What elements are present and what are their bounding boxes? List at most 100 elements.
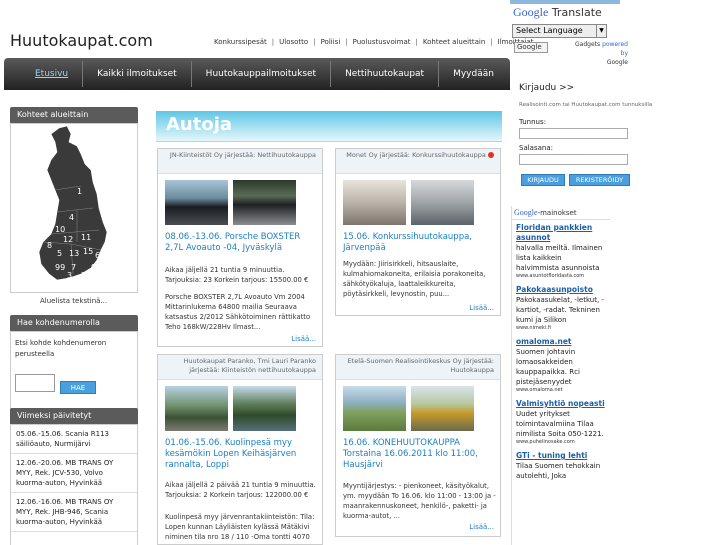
map-region-number[interactable]: 8 <box>47 241 52 250</box>
map-region-number[interactable]: 1 <box>77 187 82 196</box>
translate-label: Translate <box>551 6 602 19</box>
map-list-link[interactable]: Aluelista tekstinä... <box>40 297 107 305</box>
google-field-label: Google <box>517 43 542 51</box>
recent-item[interactable]: 12.06.-20.06. MB TRANS OY MYY, Rek. JCV-… <box>11 454 137 493</box>
map-region-number[interactable]: 5 <box>57 249 62 258</box>
ad-title[interactable]: GTi - tuning lehti <box>516 451 606 461</box>
card-images <box>343 180 479 225</box>
map-region-number[interactable]: 12 <box>63 235 73 244</box>
more-link[interactable]: Lisää... <box>469 304 494 312</box>
finland-map-panel: 1 4 10 12 11 8 5 13 15 6 99 7 3 2 9 <box>10 123 138 293</box>
recent-list: 05.06.-15.06. Scania R113 säiliöauto, Nu… <box>10 424 138 545</box>
map-region-number[interactable]: 9 <box>91 263 96 272</box>
language-select-value: Select Language <box>516 26 583 35</box>
separator: | <box>490 38 493 46</box>
listing-description: Porsche BOXSTER 2,7L Avoauto Vm 2004 Mit… <box>165 293 311 331</box>
top-links: Konkurssipesät | Ulosotto | Poliisi | Puolu… <box>214 38 533 46</box>
nav-myydaan[interactable]: Myydään <box>453 69 494 79</box>
map-region-number[interactable]: 2 <box>81 271 86 280</box>
finland-map[interactable]: 1 4 10 12 11 8 5 13 15 6 99 7 3 2 9 <box>11 124 137 292</box>
ad-description: Uudet yritykset toimintavalmiina Tilaa n… <box>516 410 604 438</box>
map-region-number[interactable]: 15 <box>83 247 93 256</box>
ads-header-label: -mainokset <box>537 209 577 217</box>
lake-photo[interactable] <box>233 386 296 431</box>
excavator-photo[interactable] <box>411 386 474 431</box>
map-region-number[interactable]: 4 <box>69 213 74 222</box>
ad-item[interactable]: GTi - tuning lehti Tilaa Suomen tehokkai… <box>512 448 610 483</box>
ad-url[interactable]: www.puhelinosake.com <box>516 439 606 446</box>
ad-title[interactable]: Valmisyhtiö nopeasti <box>516 399 606 409</box>
chevron-down-icon: ▼ <box>596 25 606 37</box>
ad-title[interactable]: omaloma.net <box>516 337 606 347</box>
nav-kaikki-ilmoitukset[interactable]: Kaikki ilmoitukset <box>97 69 177 79</box>
map-region-number[interactable]: 6 <box>95 251 100 260</box>
translate-title: Google Translate <box>513 5 602 20</box>
car-photo[interactable] <box>165 180 228 225</box>
card-organizer-text: Monet Oy järjestää: Konkurssihuutokauppa <box>346 151 486 159</box>
ad-item[interactable]: Valmisyhtiö nopeasti Uudet yritykset toi… <box>512 396 610 448</box>
powered-by-link[interactable]: powered by <box>602 41 628 57</box>
register-button[interactable]: REKISTERÖIDY <box>569 174 630 186</box>
ad-title[interactable]: Pakokaasunpoisto <box>516 285 606 295</box>
powered-by: Gadgets powered by Google <box>566 40 628 67</box>
ad-url[interactable]: www.omaloma.net <box>516 387 606 394</box>
ad-title[interactable]: Floridan pankkien asunnot <box>516 223 606 243</box>
map-region-number[interactable]: 99 <box>55 263 65 272</box>
toplink-kohteet-alueittain[interactable]: Kohteet alueittain <box>423 38 485 46</box>
more-link[interactable]: Lisää... <box>469 523 494 531</box>
login-button[interactable]: KIRJAUDU <box>521 174 565 186</box>
separator: | <box>415 38 418 46</box>
card-organizer: JN-Kiinteistöt Oy järjestää: Nettihuutok… <box>158 149 322 174</box>
nav-etusivu[interactable]: Etusivu <box>35 69 68 79</box>
recent-item[interactable]: 12.06.-16.06. MB TRANS OY MYY, Rek. JHB-… <box>11 493 137 532</box>
map-region-number[interactable]: 3 <box>67 271 72 280</box>
status-dot-icon <box>488 152 494 158</box>
item-number-input[interactable] <box>15 374 55 392</box>
tools-photo[interactable] <box>411 180 474 225</box>
listing-description: Myyntijärjestys: - pienkoneet, käsityöka… <box>343 482 496 520</box>
search-box-body: Etsi kohde kohdenumeron perusteella HAE <box>10 331 138 417</box>
ad-description: Pakokaasukelat, -letkut, -kartiot, -rada… <box>516 296 604 324</box>
listing-title[interactable]: 15.06. Konkurssihuutokauppa, Järvenpää <box>343 232 498 254</box>
toplink-ulosotto[interactable]: Ulosotto <box>279 38 308 46</box>
ad-item[interactable]: omaloma.net Suomen johtavin lomaosakkeid… <box>512 334 610 396</box>
ad-item[interactable]: Pakokaasunpoisto Pakokaasukelat, -letkut… <box>512 282 610 334</box>
recent-item[interactable]: 05.06.-15.06. Scania R113 säiliöauto, Nu… <box>11 425 137 454</box>
separator: | <box>345 38 348 46</box>
tools-photo[interactable] <box>343 180 406 225</box>
map-region-number[interactable]: 10 <box>55 225 65 234</box>
language-select[interactable]: Select Language ▼ <box>512 24 607 38</box>
truck-photo[interactable] <box>343 386 406 431</box>
nav-huutokauppailmoitukset[interactable]: Huutokauppailmoitukset <box>206 69 316 79</box>
listing-description: Myydään: Jiirisirkkeli, hitsauslaite, ku… <box>343 260 486 298</box>
map-region-number[interactable]: 11 <box>81 233 91 242</box>
search-button[interactable]: HAE <box>60 381 96 394</box>
search-description: Etsi kohde kohdenumeron perusteella <box>15 339 107 358</box>
ad-url[interactable]: www.asuntotfloridasta.com <box>516 273 606 280</box>
nav-divider <box>190 61 192 87</box>
ad-item[interactable]: Floridan pankkien asunnot halvalla meilt… <box>512 220 610 282</box>
toplink-konkurssipesat[interactable]: Konkurssipesät <box>214 38 267 46</box>
ad-url[interactable]: www.nimeki.fi <box>516 325 606 332</box>
ads-header: Google-mainokset <box>512 206 610 220</box>
password-input[interactable] <box>519 154 628 165</box>
map-region-number[interactable]: 13 <box>69 249 79 258</box>
card-organizer: Monet Oy järjestää: Konkurssihuutokauppa <box>336 149 500 174</box>
listing-card: JN-Kiinteistöt Oy järjestää: Nettihuutok… <box>157 148 323 347</box>
listing-title[interactable]: 08.06.-13.06. Porsche BOXSTER 2,7L Avoau… <box>165 232 320 254</box>
nav-nettihuutokaupat[interactable]: Nettihuutokaupat <box>345 69 424 79</box>
more-link[interactable]: Lisää... <box>291 335 316 343</box>
site-logo[interactable]: Huutokaupat.com <box>10 31 153 50</box>
toplink-poliisi[interactable]: Poliisi <box>321 38 341 46</box>
recent-box: Viimeksi päivitetyt 05.06.-15.06. Scania… <box>10 408 138 545</box>
card-organizer: Etelä-Suomen Realisointikeskus Oy järjes… <box>336 355 500 380</box>
username-label: Tunnus: <box>519 118 546 126</box>
cottage-photo[interactable] <box>165 386 228 431</box>
car-photo[interactable] <box>233 180 296 225</box>
google-search-field[interactable]: Google <box>514 42 548 53</box>
username-input[interactable] <box>519 128 628 139</box>
toplink-puolustusvoimat[interactable]: Puolustusvoimat <box>353 38 411 46</box>
listing-title[interactable]: 16.06. KONEHUUTOKAUPPA Torstaina 16.06.2… <box>343 438 498 471</box>
listing-title[interactable]: 01.06.-15.06. Kuolinpesä myy kesämökin L… <box>165 438 320 471</box>
login-title[interactable]: Kirjaudu >> <box>519 83 574 93</box>
